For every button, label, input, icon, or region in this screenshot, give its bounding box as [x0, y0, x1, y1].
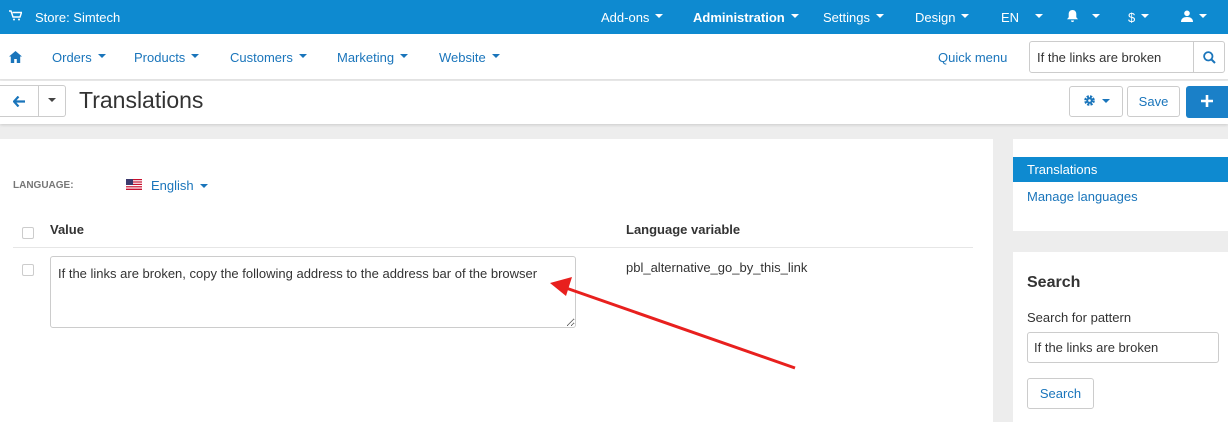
arrow-left-icon[interactable]	[0, 86, 39, 116]
chevron-down-icon	[400, 54, 409, 58]
select-all-checkbox[interactable]	[22, 227, 34, 239]
menu-addons[interactable]: Add-ons	[601, 0, 664, 34]
translations-panel: LANGUAGE: English Value Language variabl…	[0, 139, 993, 422]
store-name: Store: Simtech	[35, 9, 121, 25]
user-menu[interactable]	[1181, 0, 1207, 34]
chevron-down-icon	[191, 54, 200, 58]
nav-orders[interactable]: Orders	[52, 34, 106, 80]
settings-button[interactable]	[1069, 86, 1123, 117]
nav-products[interactable]: Products	[134, 34, 200, 80]
main-nav: Orders Products Customers Marketing Webs…	[0, 34, 1228, 80]
menu-administration-label: Administration	[693, 9, 785, 25]
chevron-down-icon	[1035, 14, 1044, 18]
us-flag-icon	[126, 178, 142, 190]
nav-customers[interactable]: Customers	[230, 34, 307, 80]
add-button[interactable]	[1186, 86, 1228, 118]
cart-icon	[9, 10, 25, 24]
chevron-down-icon	[1199, 14, 1207, 18]
chevron-down-icon	[961, 14, 970, 18]
chevron-down-icon	[48, 98, 56, 102]
quick-menu-link[interactable]: Quick menu	[938, 34, 1007, 80]
menu-design[interactable]: Design	[915, 0, 970, 34]
bell-icon	[1066, 9, 1079, 26]
row-checkbox[interactable]	[22, 264, 34, 276]
chevron-down-icon	[491, 54, 500, 58]
nav-customers-label: Customers	[230, 49, 293, 65]
top-bar: Store: Simtech Add-ons Administration Se…	[0, 0, 1228, 34]
nav-website[interactable]: Website	[439, 34, 500, 80]
currency-symbol: $	[1128, 9, 1136, 25]
gear-icon	[1083, 94, 1096, 110]
page-title: Translations	[79, 87, 204, 113]
chevron-down-icon	[1092, 14, 1100, 18]
column-header-value: Value	[50, 222, 84, 237]
plus-icon	[1201, 94, 1213, 110]
sidebar-item-translations[interactable]: Translations	[1013, 157, 1228, 182]
menu-addons-label: Add-ons	[601, 9, 650, 25]
global-search-input[interactable]	[1030, 42, 1194, 72]
menu-administration[interactable]: Administration	[693, 0, 799, 34]
chevron-down-icon	[790, 14, 799, 18]
menu-settings-label: Settings	[823, 9, 870, 25]
menu-settings[interactable]: Settings	[823, 0, 884, 34]
menu-design-label: Design	[915, 9, 956, 25]
nav-products-label: Products	[134, 49, 186, 65]
history-dropdown-button[interactable]	[39, 86, 65, 116]
nav-website-label: Website	[439, 49, 486, 65]
search-pattern-input[interactable]	[1027, 332, 1219, 363]
search-icon[interactable]	[1193, 42, 1224, 72]
title-bar: Translations Save	[0, 81, 1228, 124]
user-icon	[1181, 10, 1193, 25]
search-button[interactable]: Search	[1027, 378, 1094, 409]
currency-menu[interactable]: $	[1128, 0, 1150, 34]
chevron-down-icon	[1101, 98, 1110, 103]
header-divider	[13, 247, 973, 248]
chevron-down-icon	[1141, 14, 1150, 18]
language-value: English	[151, 178, 194, 193]
back-button-group	[0, 85, 66, 117]
global-search	[1029, 41, 1225, 73]
home-icon[interactable]	[9, 51, 22, 63]
store-switcher[interactable]: Store: Simtech	[0, 0, 120, 34]
chevron-down-icon	[97, 54, 106, 58]
language-variable-name: pbl_alternative_go_by_this_link	[626, 260, 808, 275]
nav-marketing-label: Marketing	[337, 49, 395, 65]
nav-orders-label: Orders	[52, 49, 92, 65]
chevron-down-icon	[199, 183, 208, 188]
translation-value-textarea[interactable]: If the links are broken, copy the follow…	[50, 256, 576, 328]
sidebar-nav: Translations Manage languages	[1013, 139, 1228, 231]
sidebar-item-manage-languages[interactable]: Manage languages	[1027, 189, 1138, 204]
menu-language-label: EN	[1001, 9, 1020, 25]
language-label: LANGUAGE:	[13, 180, 74, 191]
chevron-down-icon	[298, 54, 307, 58]
search-panel-title: Search	[1027, 274, 1081, 291]
search-pattern-label: Search for pattern	[1027, 310, 1132, 325]
chevron-down-icon	[875, 14, 884, 18]
nav-marketing[interactable]: Marketing	[337, 34, 409, 80]
search-panel: Search Search for pattern Search	[1013, 252, 1228, 422]
notifications-menu[interactable]	[1066, 0, 1100, 34]
column-header-variable: Language variable	[626, 222, 741, 237]
save-button[interactable]: Save	[1127, 86, 1180, 117]
menu-language[interactable]: EN	[1001, 0, 1044, 34]
language-selector[interactable]: English	[151, 178, 208, 193]
chevron-down-icon	[655, 14, 664, 18]
